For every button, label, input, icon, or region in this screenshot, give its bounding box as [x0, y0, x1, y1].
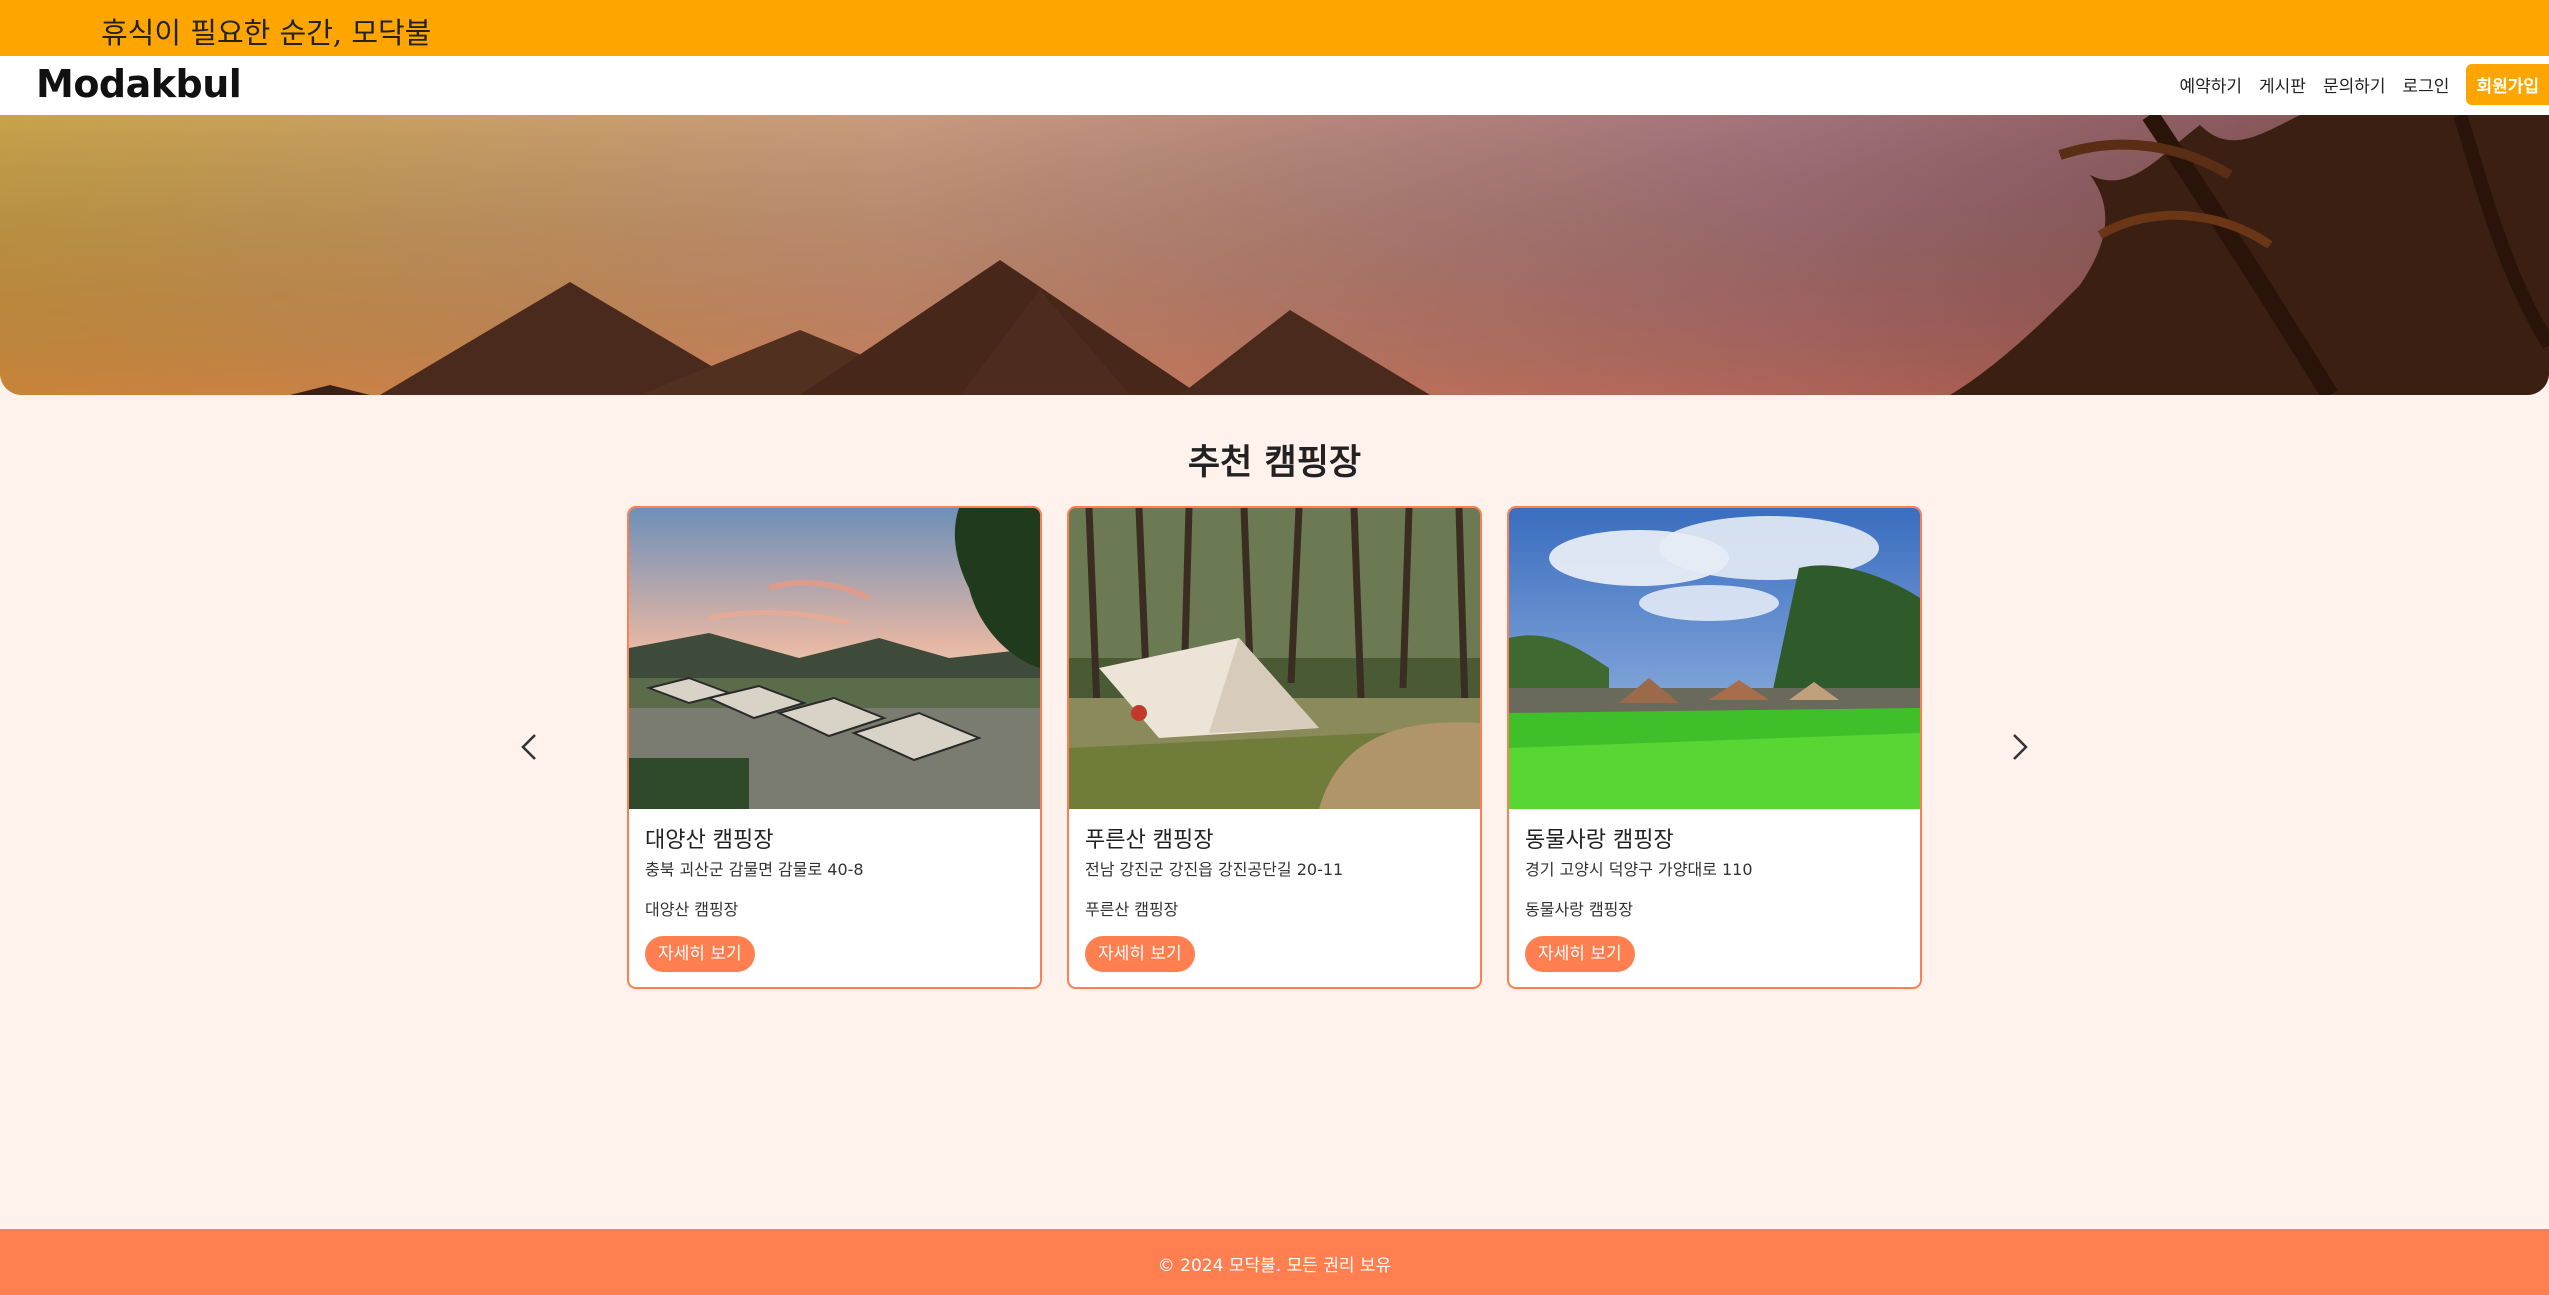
footer-copyright: © 2024 모닥불. 모든 권리 보유 [1157, 1256, 1392, 1276]
site-logo[interactable]: Modakbul [36, 62, 242, 106]
nav-links: 예약하기 게시판 문의하기 로그인 회원가입 [2179, 63, 2549, 105]
banner-slogan: 휴식이 필요한 순간, 모닥불 [101, 16, 432, 50]
campsite-card[interactable]: 동물사랑 캠핑장 경기 고양시 덕양구 가양대로 110 동물사랑 캠핑장 자세… [1507, 506, 1922, 989]
campsite-photo [629, 508, 1040, 809]
campsite-description: 동물사랑 캠핑장 [1525, 900, 1634, 919]
view-details-button[interactable]: 자세히 보기 [1525, 936, 1635, 972]
campsite-card[interactable]: 푸른산 캠핑장 전남 강진군 강진읍 강진공단길 20-11 푸른산 캠핑장 자… [1067, 506, 1482, 989]
section-title: 추천 캠핑장 [1187, 443, 1362, 483]
campsite-description: 대양산 캠핑장 [645, 900, 739, 919]
view-details-button[interactable]: 자세히 보기 [645, 936, 755, 972]
top-banner: 휴식이 필요한 순간, 모닥불 [0, 0, 2549, 56]
carousel-next-icon[interactable] [1999, 727, 2039, 767]
campsite-address: 경기 고양시 덕양구 가양대로 110 [1525, 860, 1753, 879]
nav-link-reservation[interactable]: 예약하기 [2179, 72, 2242, 97]
footer: © 2024 모닥불. 모든 권리 보유 [0, 1229, 2549, 1295]
campsite-card[interactable]: 대양산 캠핑장 충북 괴산군 감물면 감물로 40-8 대양산 캠핑장 자세히 … [627, 506, 1042, 989]
campsite-address: 전남 강진군 강진읍 강진공단길 20-11 [1085, 860, 1344, 879]
campsite-description: 푸른산 캠핑장 [1085, 900, 1179, 919]
signup-button[interactable]: 회원가입 [2466, 63, 2549, 105]
hero-image [0, 115, 2549, 395]
campsite-photo [1509, 508, 1920, 809]
campsite-name: 동물사랑 캠핑장 [1525, 828, 1674, 853]
nav-link-login[interactable]: 로그인 [2403, 72, 2450, 97]
campsite-address: 충북 괴산군 감물면 감물로 40-8 [645, 860, 864, 879]
carousel-prev-icon[interactable] [510, 727, 550, 767]
campsite-name: 대양산 캠핑장 [645, 828, 774, 853]
campsite-name: 푸른산 캠핑장 [1085, 828, 1214, 853]
nav-link-board[interactable]: 게시판 [2259, 72, 2306, 97]
campsite-photo [1069, 508, 1480, 809]
view-details-button[interactable]: 자세히 보기 [1085, 936, 1195, 972]
navbar: Modakbul 예약하기 게시판 문의하기 로그인 회원가입 [0, 56, 2549, 115]
hero-sunset-illustration [0, 115, 2549, 395]
nav-link-inquiry[interactable]: 문의하기 [2323, 72, 2386, 97]
